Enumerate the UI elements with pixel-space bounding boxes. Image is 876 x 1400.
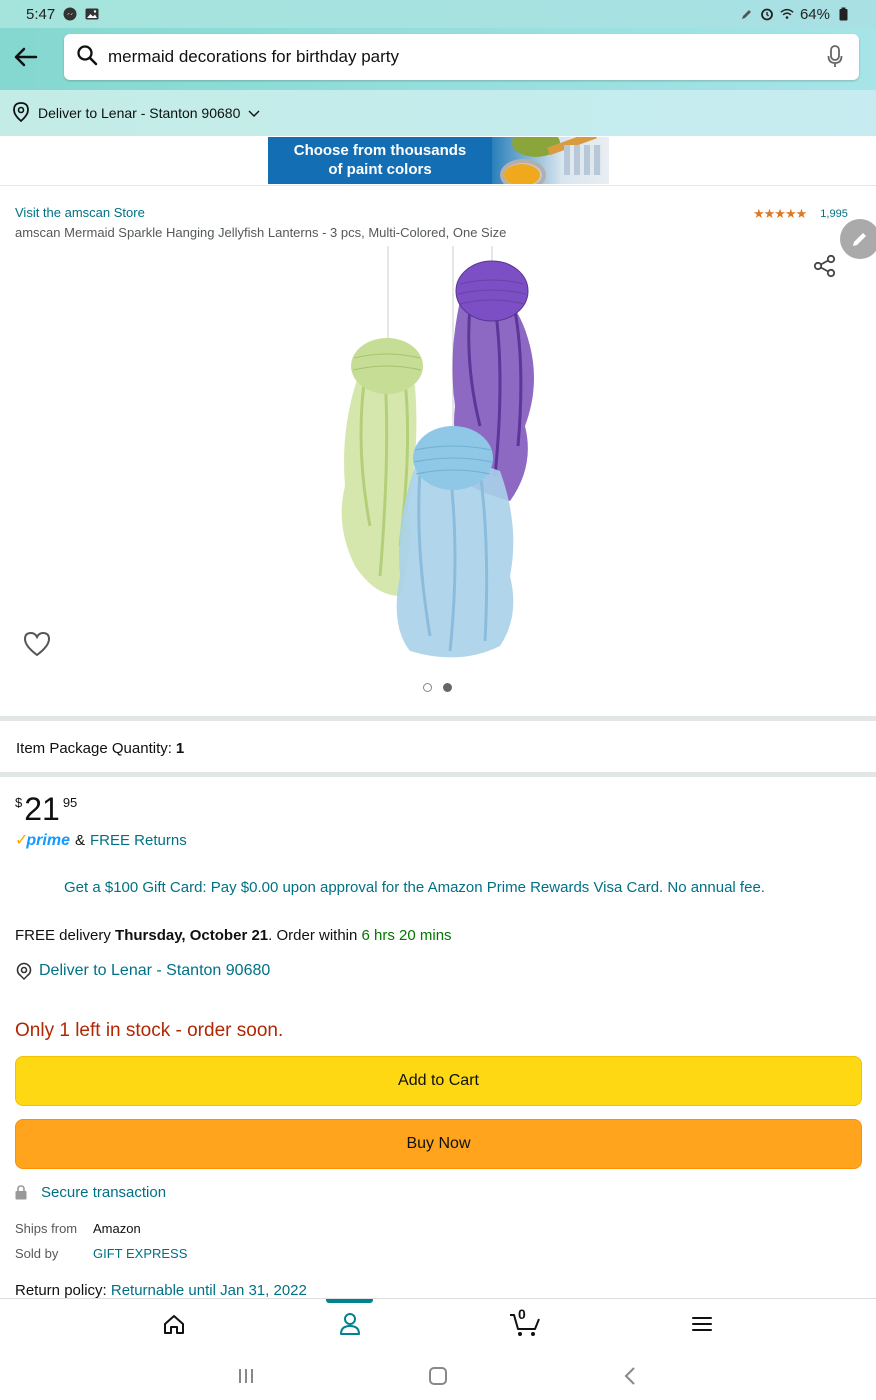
location-pin-icon — [12, 101, 30, 125]
nav-cart[interactable]: 0 — [508, 1306, 542, 1339]
cart-count: 0 — [518, 1306, 526, 1322]
gift-card-offer-link[interactable]: Get a $100 Gift Card: Pay $0.00 upon app… — [64, 879, 765, 896]
messenger-icon — [63, 7, 77, 21]
price: $ 21 95 — [15, 792, 77, 826]
hamburger-menu-icon — [692, 1317, 712, 1331]
prime-ampersand: & — [74, 831, 85, 849]
search-input[interactable] — [108, 47, 823, 67]
visit-store-link[interactable]: Visit the amscan Store — [15, 205, 145, 220]
return-policy-row: Return policy: Returnable until Jan 31, … — [15, 1282, 307, 1299]
item-package-quantity: Item Package Quantity: 1 — [16, 740, 184, 757]
chevron-left-icon — [624, 1367, 635, 1385]
divider — [0, 716, 876, 721]
bottom-nav: 0 — [0, 1298, 876, 1350]
order-countdown: 6 hrs 20 mins — [361, 927, 452, 944]
divider — [0, 772, 876, 777]
wishlist-button[interactable] — [22, 630, 52, 660]
account-icon — [340, 1313, 360, 1335]
share-button[interactable] — [812, 253, 838, 279]
stock-status: Only 1 left in stock - order soon. — [15, 1020, 284, 1041]
add-to-cart-button[interactable]: Add to Cart — [15, 1056, 862, 1106]
gallery-icon — [85, 7, 99, 21]
seller-link[interactable]: GIFT EXPRESS — [93, 1246, 187, 1261]
deliver-to-bar[interactable]: Deliver to Lenar - Stanton 90680 — [0, 90, 876, 136]
carousel-dot[interactable] — [423, 683, 432, 692]
alarm-icon — [760, 7, 774, 21]
quantity-label: Item Package Quantity: — [16, 740, 172, 757]
paint-ad-banner[interactable]: Choose from thousands of paint colors — [268, 137, 609, 184]
chevron-down-icon — [248, 105, 260, 121]
battery-icon — [836, 7, 850, 21]
rating-count[interactable]: 1,995 — [820, 208, 848, 220]
rating-stars: ★★★★★ — [753, 206, 807, 221]
back-button[interactable] — [10, 42, 40, 72]
recent-apps-icon — [239, 1369, 253, 1383]
edit-fab-button[interactable] — [840, 219, 876, 259]
price-whole: 21 — [24, 791, 60, 827]
price-symbol: $ — [15, 795, 23, 810]
wifi-icon — [780, 7, 794, 21]
heart-icon — [23, 631, 51, 657]
status-bar: 5:47 64% — [0, 0, 876, 28]
nav-account[interactable] — [335, 1309, 365, 1339]
ad-banner-area: Choose from thousands of paint colors — [0, 136, 876, 186]
home-icon — [164, 1315, 184, 1334]
share-icon — [813, 254, 836, 278]
search-box[interactable] — [64, 34, 859, 80]
deliver-to-text: Deliver to Lenar - Stanton 90680 — [38, 105, 241, 121]
carousel-dot-active[interactable] — [443, 683, 452, 692]
system-back-button[interactable] — [618, 1364, 642, 1388]
nav-menu[interactable] — [687, 1309, 717, 1339]
recent-apps-button[interactable] — [234, 1364, 258, 1388]
buy-now-button[interactable]: Buy Now — [15, 1119, 862, 1169]
delivery-date: Thursday, October 21 — [115, 927, 269, 944]
search-icon[interactable] — [76, 44, 98, 71]
rating-summary[interactable]: ★★★★★ 1,995 — [753, 206, 848, 222]
product-image[interactable] — [320, 246, 560, 666]
home-square-icon — [429, 1367, 447, 1385]
prime-logo: ✓prime — [15, 832, 70, 849]
location-pin-icon — [16, 962, 32, 980]
return-policy-link[interactable]: Returnable until Jan 31, 2022 — [111, 1282, 307, 1299]
active-tab-indicator — [326, 1299, 373, 1303]
ships-from-row: Ships from Amazon — [15, 1221, 141, 1236]
paint-cans-image — [492, 137, 609, 184]
product-title: amscan Mermaid Sparkle Hanging Jellyfish… — [15, 225, 507, 240]
microphone-icon[interactable] — [823, 45, 847, 69]
home-system-button[interactable] — [426, 1364, 450, 1388]
image-carousel-dots — [423, 683, 452, 692]
pencil-icon — [853, 233, 866, 246]
battery-percent: 64% — [799, 5, 830, 23]
free-returns-link[interactable]: FREE Returns — [90, 832, 187, 849]
quantity-value: 1 — [175, 740, 185, 757]
prime-row: ✓prime & FREE Returns — [15, 830, 187, 850]
delivery-info: FREE delivery Thursday, October 21. Orde… — [15, 927, 452, 944]
system-nav-bar — [0, 1350, 876, 1400]
status-time: 5:47 — [26, 5, 56, 23]
sold-by-row: Sold by GIFT EXPRESS — [15, 1246, 188, 1261]
price-fraction: 95 — [62, 795, 78, 810]
pen-icon — [740, 7, 754, 21]
secure-transaction-link[interactable]: Secure transaction — [15, 1184, 166, 1201]
lock-icon — [15, 1185, 27, 1200]
banner-text: Choose from thousands of paint colors — [293, 142, 467, 178]
nav-home[interactable] — [159, 1309, 189, 1339]
search-header — [0, 28, 876, 90]
back-arrow-icon — [14, 47, 38, 67]
deliver-to-link[interactable]: Deliver to Lenar - Stanton 90680 — [15, 962, 270, 980]
jellyfish-lanterns-image — [341, 246, 534, 658]
